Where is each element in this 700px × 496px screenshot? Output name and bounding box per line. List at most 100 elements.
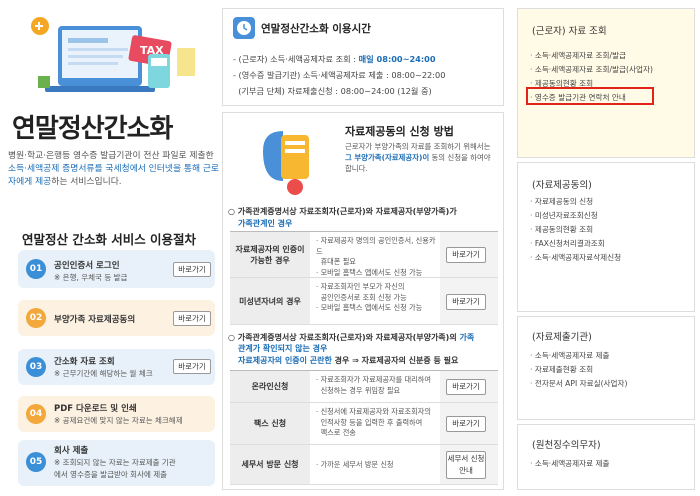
step-title: 간소화 자료 조회: [54, 357, 115, 367]
desc-line: · 자료제공자 명의의 공인인증서, 신용카드: [316, 236, 436, 256]
step-number: 02: [26, 308, 46, 328]
hours-line-value: 08:00~22:00: [391, 70, 446, 80]
section-1-sub: 가족관계인 경우: [238, 219, 293, 228]
link-item[interactable]: 소득·세액공제자료 조회/발급: [530, 49, 653, 63]
section-2-heading: ○ 가족관계증명서상 자료조회자(근로자)와 자료제공자(부양가족)의 가족: [228, 333, 475, 342]
link-item[interactable]: 소득·세액공제자료 제출: [530, 457, 610, 471]
step-3-go-button[interactable]: 바로가기: [173, 359, 211, 374]
step-1-go-button[interactable]: 바로가기: [173, 262, 211, 277]
step-sub: ※ 근무기간에 해당하는 월 체크: [54, 369, 153, 378]
page-title: 연말정산간소화: [12, 114, 173, 144]
desc-line: · 모바일 홈택스 앱에서도 신청 가능: [316, 303, 423, 312]
right-panel-consent: (자료제공동의) 자료제공동의 신청 미성년자료조회신청 제공동의현황 조회 F…: [517, 162, 695, 312]
step-number: 03: [26, 357, 46, 377]
table-row: 세무서 방문 신청 · 가까운 세무서 방문 신청 세무서 신청안내: [230, 445, 498, 485]
step-sub2: 에서 영수증을 발급받아 회사에 제출: [54, 470, 168, 479]
tax-badge: TAX: [140, 44, 164, 57]
desc-line: · 모바일 홈택스 앱에서도 신청 가능: [316, 267, 423, 277]
hours-line-label: - (영수증 발급기관) 소득·세액공제자료 제출 :: [233, 70, 392, 80]
section-2-note-highlight: 자료제공자의 인증이 곤란한: [238, 356, 332, 365]
link-item[interactable]: FAX신청처리결과조회: [530, 237, 621, 251]
hours-line-3: (기부금 단체) 자료제출신청 : 08:00~24:00 (12월 중): [233, 85, 432, 97]
right-panel-list: 소득·세액공제자료 제출 자료제출현황 조회 전자문서 API 자료실(사업자): [530, 349, 628, 391]
step-title: PDF 다운로드 및 인쇄: [54, 404, 137, 414]
row-label: 자료제공자의 인증이 가능한 경우: [230, 232, 310, 277]
consent-desc-1: 근로자가 부양가족의 자료를 조회하기 위해서는: [345, 142, 491, 151]
section-1-table: 자료제공자의 인증이 가능한 경우 · 자료제공자 명의의 공인인증서, 신용카…: [230, 231, 498, 325]
row-label: 온라인신청: [230, 371, 310, 402]
desc-line: · 자료조회자가 자료제공자를 대리하여: [316, 375, 431, 384]
link-item[interactable]: 소득·세액공제자료삭제신청: [530, 251, 621, 265]
minor-go-button[interactable]: 바로가기: [446, 294, 486, 310]
intro-text: 병원·학교·은행등 영수증 발급기관이 전산 파일로 제출한 소득·세액공제 증…: [8, 150, 220, 189]
section-2-sub: 관계가 확인되지 않는 경우: [238, 344, 328, 353]
hours-line-1: - (근로자) 소득·세액공제자료 조회 : 매일 08:00~24:00: [233, 53, 436, 65]
hours-line-value: 08:00~24:00 (12월 중): [340, 86, 432, 96]
step-2: 02 부양가족 자료제공동의 바로가기: [18, 300, 215, 336]
consent-desc-rest: 동의 신청을 하여야: [429, 153, 491, 162]
hours-title: 연말정산간소화 이용시간: [261, 23, 371, 35]
step-number: 04: [26, 404, 46, 424]
link-item[interactable]: 미성년자료조회신청: [530, 209, 621, 223]
consent-desc-highlight: 그 부양가족(자료제공자)이: [345, 153, 430, 162]
section-1-text: 가족관계증명서상 자료조회자(근로자)와 자료제공자(부양가족)가: [237, 207, 457, 216]
clock-icon: [233, 17, 255, 39]
step-sub: ※ 은행, 우체국 등 발급: [54, 273, 128, 282]
link-item[interactable]: 전자문서 API 자료실(사업자): [530, 377, 628, 391]
step-sub: ※ 공제요건에 맞지 않는 자료는 체크해제: [54, 416, 183, 425]
table-row: 팩스 신청 · 신청서에 자료제공자와 자료조회자의 인적사항 등을 입력한 후…: [230, 403, 498, 445]
fax-go-button[interactable]: 바로가기: [446, 416, 486, 432]
desc-line: 신청하는 경우 위임장 필요: [316, 385, 401, 395]
link-item[interactable]: 자료제공동의 신청: [530, 195, 621, 209]
link-item[interactable]: 소득·세액공제자료 조회/발급(사업자): [530, 63, 653, 77]
step-5: 05 회사 제출 ※ 조회되지 않는 자료는 자료제출 기관 에서 영수증을 발…: [18, 440, 215, 486]
consent-illustration-icon: [263, 131, 309, 195]
consent-desc-2: 그 부양가족(자료제공자)이 동의 신청을 하여야: [345, 152, 491, 163]
online-go-button[interactable]: 바로가기: [446, 379, 486, 395]
row-desc: · 자료조회자인 부모가 자신의 공인인증서로 조회 신청 가능 · 모바일 홈택…: [316, 282, 438, 314]
right-panel-list: 소득·세액공제자료 제출: [530, 457, 610, 471]
row-desc: · 자료제공자 명의의 공인인증서, 신용카드 휴대폰 필요 · 모바일 홈택스 …: [316, 236, 438, 278]
row-button-cell: 바로가기: [440, 403, 498, 444]
right-panel-title: (근로자) 자료 조회: [532, 26, 607, 37]
tax-office-guide-button[interactable]: 세무서 신청안내: [446, 451, 486, 479]
row-button-cell: 바로가기: [440, 232, 498, 277]
section-2-text: 가족관계증명서상 자료조회자(근로자)와 자료제공자(부양가족)의: [237, 333, 457, 342]
link-item[interactable]: 자료제출현황 조회: [530, 363, 627, 377]
step-2-go-button[interactable]: 바로가기: [173, 311, 211, 326]
table-row: 자료제공자의 인증이 가능한 경우 · 자료제공자 명의의 공인인증서, 신용카…: [230, 232, 498, 278]
right-panel-title: (자료제출기관): [532, 332, 592, 343]
consent-go-button[interactable]: 바로가기: [446, 247, 486, 263]
row-label: 팩스 신청: [230, 403, 310, 444]
desc-line: · 자료조회자인 부모가 자신의: [316, 282, 405, 291]
row-desc: · 신청서에 자료제공자와 자료조회자의 인적사항 등을 입력한 후 출력하여 …: [316, 407, 438, 439]
consent-desc-3: 합니다.: [345, 164, 368, 173]
row-label: 세무서 방문 신청: [230, 445, 310, 484]
step-3: 03 간소화 자료 조회 ※ 근무기간에 해당하는 월 체크 바로가기: [18, 349, 215, 385]
process-title: 연말정산 간소화 서비스 이용절차: [22, 232, 197, 247]
highlight-box: [526, 87, 654, 105]
desc-line: · 신청서에 자료제공자와 자료조회자의: [316, 407, 431, 416]
step-4: 04 PDF 다운로드 및 인쇄 ※ 공제요건에 맞지 않는 자료는 체크해제: [18, 396, 215, 432]
section-2-table: 온라인신청 · 자료조회자가 자료제공자를 대리하여 신청하는 경우 위임장 필…: [230, 370, 498, 485]
row-label: 미성년자녀의 경우: [230, 278, 310, 324]
hours-line-label: (기부금 단체) 자료제출신청 :: [233, 86, 341, 96]
section-2-note-rest: 경우 ⇒ 자료제공자의 신분증 등 필요: [331, 356, 459, 365]
row-desc: · 가까운 세무서 방문 신청: [316, 460, 438, 471]
row-button-cell: 바로가기: [440, 278, 498, 324]
hours-line-label: - (근로자) 소득·세액공제자료 조회 :: [233, 54, 359, 64]
desc-line: · 가까운 세무서 방문 신청: [316, 460, 394, 469]
consent-title: 자료제공동의 신청 방법: [345, 125, 454, 138]
right-panel-list: 자료제공동의 신청 미성년자료조회신청 제공동의현황 조회 FAX신청처리결과조…: [530, 195, 621, 265]
step-title: 부양가족 자료제공동의: [54, 315, 136, 325]
hours-line-2: - (영수증 발급기관) 소득·세액공제자료 제출 : 08:00~22:00: [233, 69, 445, 81]
intro-part-1: 병원·학교·은행등 영수증 발급기관이 전산 파일로 제출한: [8, 151, 214, 161]
right-panel-submitter: (자료제출기관) 소득·세액공제자료 제출 자료제출현황 조회 전자문서 API…: [517, 316, 695, 420]
table-row: 온라인신청 · 자료조회자가 자료제공자를 대리하여 신청하는 경우 위임장 필…: [230, 371, 498, 403]
intro-part-3: 하는 서비스입니다.: [51, 177, 122, 187]
right-panel-title: (자료제공동의): [532, 180, 592, 191]
step-1: 01 공인인증서 로그인 ※ 은행, 우체국 등 발급 바로가기: [18, 250, 215, 288]
right-panel-title: (원천징수의무자): [532, 440, 601, 451]
link-item[interactable]: 소득·세액공제자료 제출: [530, 349, 627, 363]
link-item[interactable]: 제공동의현황 조회: [530, 223, 621, 237]
